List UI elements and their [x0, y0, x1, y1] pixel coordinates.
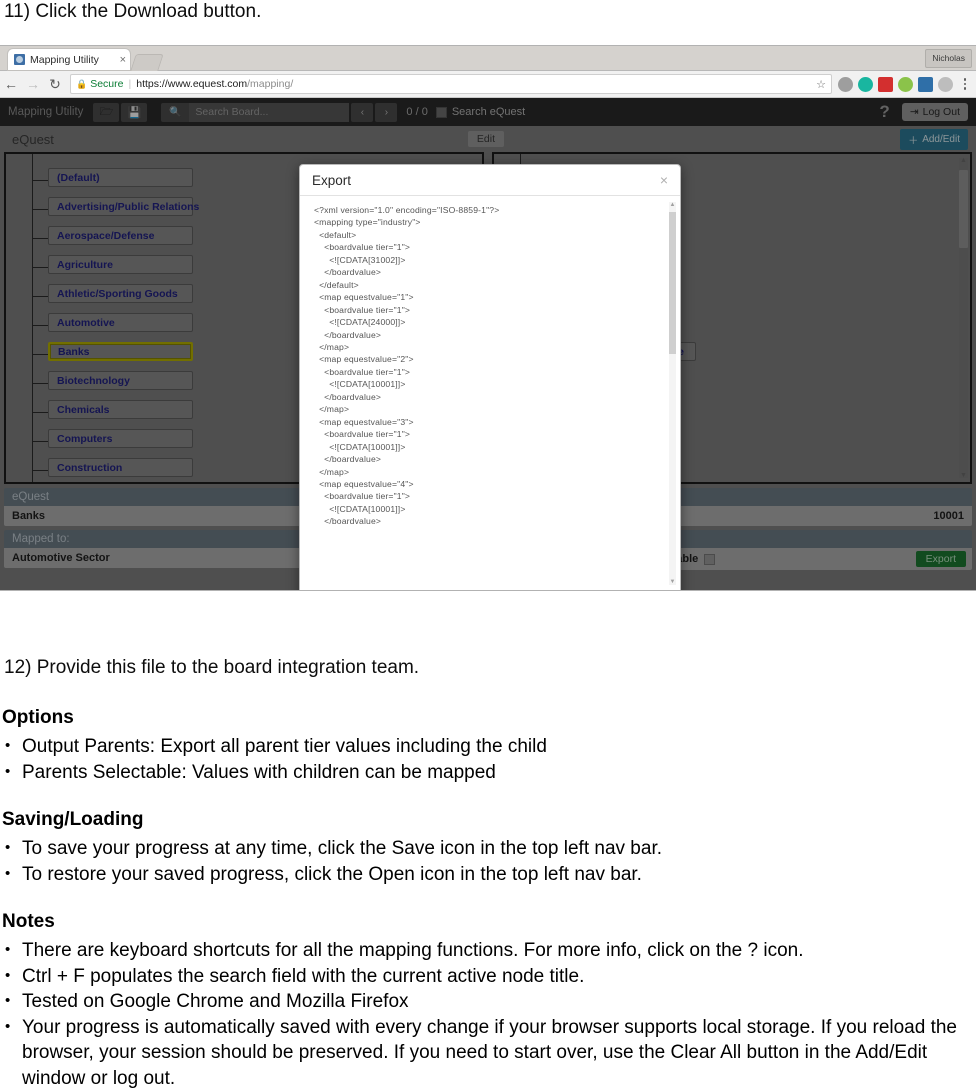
browser-tab[interactable]: Mapping Utility × [8, 49, 130, 70]
export-xml-content: <?xml version="1.0" encoding="ISO-8859-1… [314, 204, 666, 528]
back-icon[interactable]: ← [0, 73, 22, 95]
list-item: There are keyboard shortcuts for all the… [2, 938, 976, 964]
extension-tray [838, 77, 976, 92]
list-item: Output Parents: Export all parent tier v… [2, 734, 976, 760]
section-options: Options Output Parents: Export all paren… [2, 706, 976, 785]
modal-title: Export [312, 173, 351, 188]
secure-label: Secure [90, 78, 123, 90]
modal-scrollbar[interactable]: ▲ ▼ [669, 202, 676, 585]
step-12-text: 12) Provide this file to the board integ… [4, 656, 419, 680]
section-notes: Notes There are keyboard shortcuts for a… [2, 910, 976, 1091]
browser-menu-icon[interactable] [958, 78, 972, 90]
url-path: /mapping/ [247, 78, 293, 90]
browser-window: Mapping Utility × Nicholas ← → ↻ 🔒 Secur… [0, 46, 976, 590]
forward-icon[interactable]: → [22, 73, 44, 95]
scroll-up-icon[interactable]: ▲ [669, 202, 676, 208]
section-bullets: Output Parents: Export all parent tier v… [2, 734, 976, 785]
reload-icon[interactable]: ↻ [44, 73, 66, 95]
extension-icon-5[interactable] [918, 77, 933, 92]
profile-button[interactable]: Nicholas [925, 49, 972, 68]
extension-icon-1[interactable] [838, 77, 853, 92]
browser-nav-bar: ← → ↻ 🔒 Secure | https://www.equest.com … [0, 71, 976, 98]
tab-title: Mapping Utility [30, 54, 116, 66]
section-heading: Notes [2, 910, 976, 934]
close-icon[interactable]: × [120, 54, 126, 66]
scroll-down-icon[interactable]: ▼ [669, 579, 676, 585]
new-tab-button[interactable] [130, 54, 164, 71]
list-item: To restore your saved progress, click th… [2, 862, 976, 888]
extension-icon-6[interactable] [938, 77, 953, 92]
section-heading: Options [2, 706, 976, 730]
extension-icon-2[interactable] [858, 77, 873, 92]
section-saving-loading: Saving/Loading To save your progress at … [2, 808, 976, 887]
favicon-icon [14, 54, 25, 65]
address-bar[interactable]: 🔒 Secure | https://www.equest.com /mappi… [70, 74, 832, 94]
extension-icon-4[interactable] [898, 77, 913, 92]
url-origin: https://www.equest.com [136, 78, 247, 90]
modal-footer: ⤓ Download ❐ Copy Close [300, 589, 680, 590]
bookmark-star-icon[interactable]: ☆ [816, 78, 826, 91]
step-11-text: 11) Click the Download button. [4, 0, 261, 24]
export-modal: Export × <?xml version="1.0" encoding="I… [299, 164, 681, 590]
list-item: Parents Selectable: Values with children… [2, 760, 976, 786]
browser-tab-strip: Mapping Utility × Nicholas [0, 46, 976, 71]
omnibox-divider: | [129, 78, 132, 90]
list-item: To save your progress at any time, click… [2, 836, 976, 862]
modal-body: <?xml version="1.0" encoding="ISO-8859-1… [300, 196, 680, 589]
lock-icon: 🔒 [76, 79, 87, 90]
mapping-utility-app: Mapping Utility 🗁 💾 🔍 ‹ › 0 / 0 Search e… [0, 98, 976, 590]
modal-header: Export × [300, 165, 680, 196]
list-item: Ctrl + F populates the search field with… [2, 964, 976, 990]
section-bullets: There are keyboard shortcuts for all the… [2, 938, 976, 1091]
section-bullets: To save your progress at any time, click… [2, 836, 976, 887]
list-item: Tested on Google Chrome and Mozilla Fire… [2, 989, 976, 1015]
section-heading: Saving/Loading [2, 808, 976, 832]
scrollbar-thumb[interactable] [669, 212, 676, 354]
close-icon[interactable]: × [660, 172, 668, 188]
extension-icon-3[interactable] [878, 77, 893, 92]
list-item: Your progress is automatically saved wit… [2, 1015, 976, 1091]
